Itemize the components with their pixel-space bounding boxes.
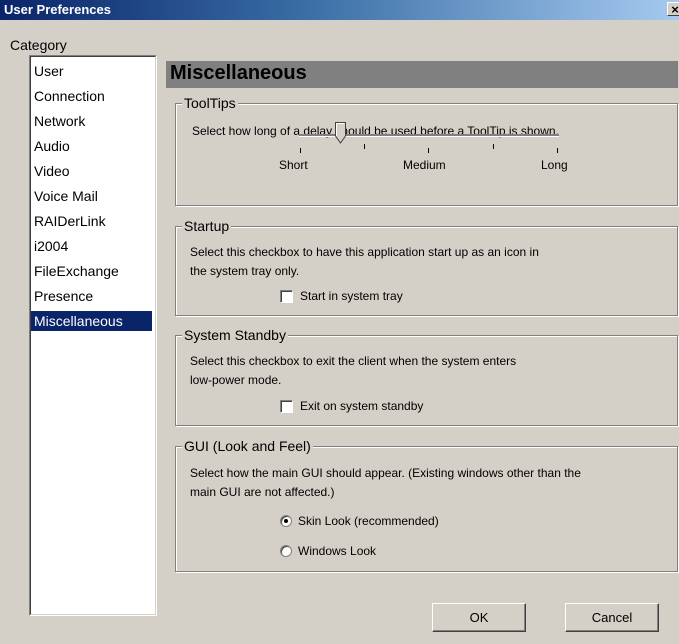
exit-on-standby-option[interactable]: Exit on system standby — [280, 399, 423, 413]
category-label: Category — [10, 37, 67, 53]
slider-tick — [428, 148, 429, 153]
slider-tick — [493, 144, 494, 149]
close-button[interactable]: × — [667, 2, 679, 16]
slider-tick — [364, 144, 365, 149]
category-item-connection[interactable]: Connection — [31, 86, 105, 106]
cancel-button[interactable]: Cancel — [565, 603, 659, 632]
category-item-i2004[interactable]: i2004 — [31, 236, 68, 256]
slider-tick — [557, 148, 558, 153]
category-item-video[interactable]: Video — [31, 161, 70, 181]
user-preferences-window: User Preferences × Category User Connect… — [0, 0, 679, 644]
standby-description-line2: low-power mode. — [190, 373, 282, 387]
gui-description-line1: Select how the main GUI should appear. (… — [190, 466, 581, 480]
gui-look-group: GUI (Look and Feel) Select how the main … — [175, 437, 678, 572]
startup-description-line1: Select this checkbox to have this applic… — [190, 245, 539, 259]
start-in-tray-checkbox[interactable] — [280, 289, 293, 303]
ok-button[interactable]: OK — [432, 603, 526, 632]
tooltips-group-title: ToolTips — [182, 94, 238, 112]
skin-look-label[interactable]: Skin Look (recommended) — [298, 514, 439, 528]
standby-description-line1: Select this checkbox to exit the client … — [190, 354, 517, 368]
category-item-fileexchange[interactable]: FileExchange — [31, 261, 119, 281]
startup-group: Startup Select this checkbox to have thi… — [175, 217, 678, 316]
windows-look-label[interactable]: Windows Look — [298, 544, 376, 558]
category-item-user[interactable]: User — [31, 61, 64, 81]
exit-on-standby-label[interactable]: Exit on system standby — [300, 399, 423, 413]
skin-look-option[interactable]: Skin Look (recommended) — [280, 514, 439, 528]
category-list[interactable]: User Connection Network Audio Video Voic… — [29, 55, 157, 616]
category-item-raiderlink[interactable]: RAIDerLink — [31, 211, 106, 231]
start-in-tray-option[interactable]: Start in system tray — [280, 289, 403, 303]
window-title: User Preferences — [4, 2, 111, 17]
category-item-presence[interactable]: Presence — [31, 286, 93, 306]
tooltip-delay-slider-thumb[interactable] — [335, 122, 347, 144]
tooltips-description: Select how long of a delay should be use… — [192, 124, 559, 138]
category-item-voice-mail[interactable]: Voice Mail — [31, 186, 98, 206]
gui-description-line2: main GUI are not affected.) — [190, 485, 335, 499]
title-bar[interactable]: User Preferences × — [0, 0, 679, 20]
category-item-audio[interactable]: Audio — [31, 136, 70, 156]
windows-look-radio[interactable] — [280, 545, 292, 557]
windows-look-option[interactable]: Windows Look — [280, 544, 376, 558]
slider-label-medium: Medium — [403, 158, 446, 172]
slider-label-short: Short — [279, 158, 308, 172]
start-in-tray-label[interactable]: Start in system tray — [300, 289, 403, 303]
standby-group-title: System Standby — [182, 326, 288, 344]
system-standby-group: System Standby Select this checkbox to e… — [175, 326, 678, 426]
panel-title: Miscellaneous — [170, 62, 307, 84]
skin-look-radio[interactable] — [280, 515, 292, 527]
exit-on-standby-checkbox[interactable] — [280, 399, 293, 413]
tooltips-group: ToolTips Select how long of a delay shou… — [175, 94, 678, 206]
slider-label-long: Long — [541, 158, 568, 172]
close-icon: × — [671, 2, 679, 17]
panel-header: Miscellaneous — [166, 61, 678, 88]
slider-tick — [300, 148, 301, 153]
category-item-network[interactable]: Network — [31, 111, 85, 131]
startup-group-title: Startup — [182, 217, 232, 235]
startup-description-line2: the system tray only. — [190, 264, 300, 278]
gui-group-title: GUI (Look and Feel) — [182, 437, 313, 455]
category-item-miscellaneous[interactable]: Miscellaneous — [31, 311, 152, 331]
